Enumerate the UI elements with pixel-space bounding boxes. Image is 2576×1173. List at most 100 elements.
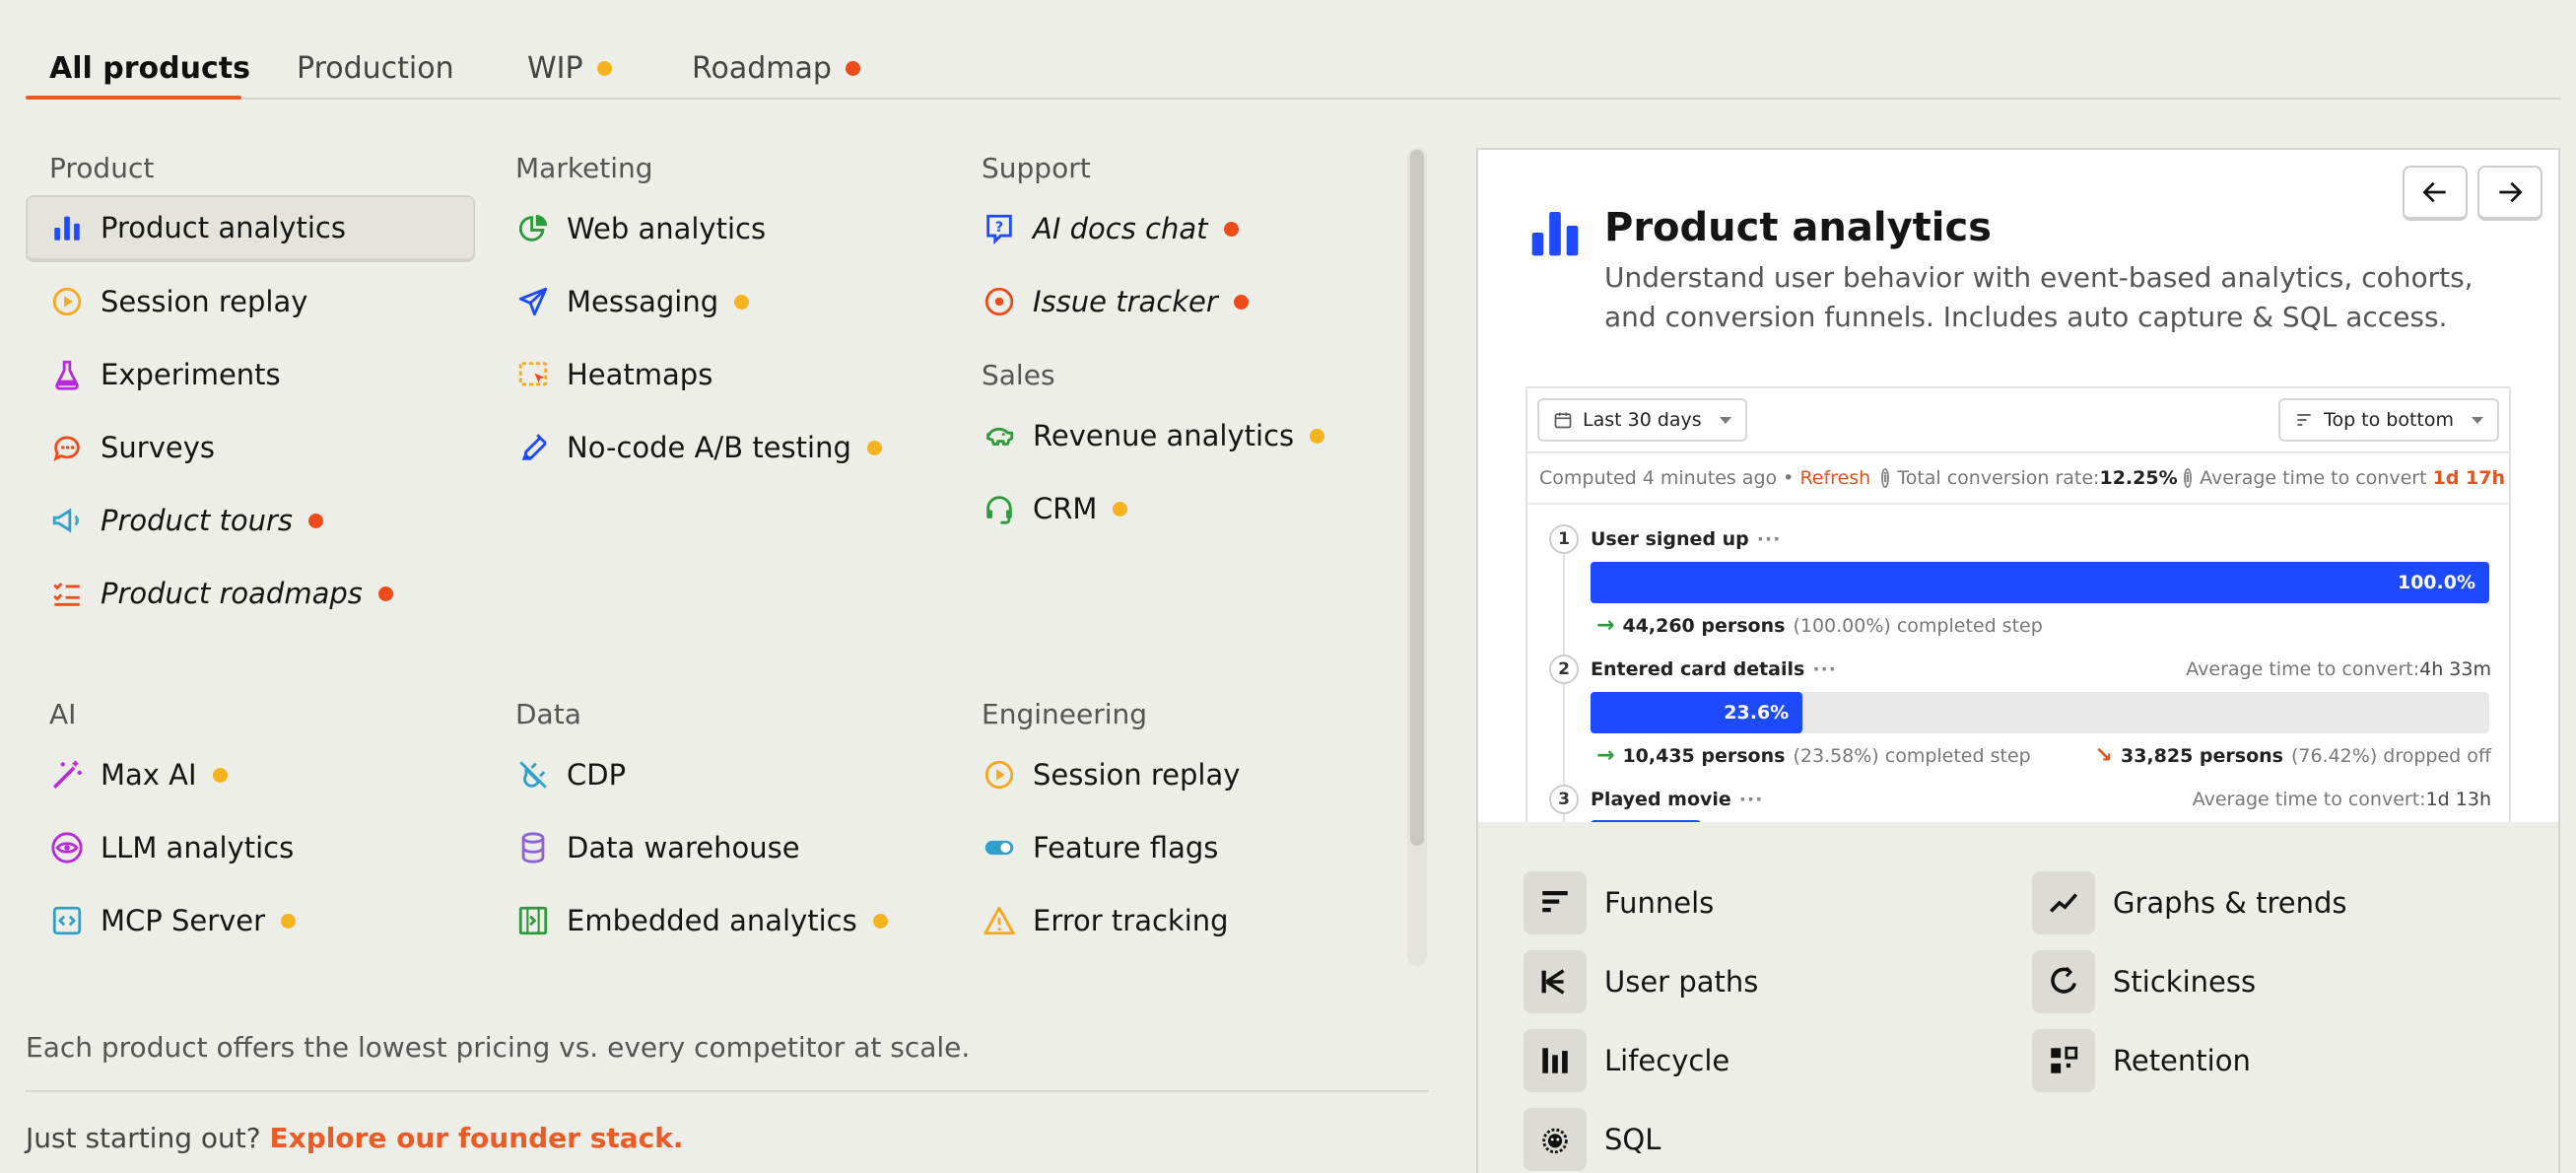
flask-icon <box>49 357 85 392</box>
item-session-replay[interactable]: Session replay <box>26 268 475 335</box>
funnel-toolbar: Last 30 days Top to bottom <box>1527 388 2509 453</box>
funnel-bar-fill: 23.6% <box>1591 692 1803 733</box>
target-icon <box>982 284 1017 319</box>
item-ab-testing[interactable]: No-code A/B testing <box>492 414 941 481</box>
chevron-down-icon <box>2472 416 2483 424</box>
sort-icon <box>2297 414 2311 426</box>
item-feature-flags[interactable]: Feature flags <box>958 814 1391 881</box>
product-detail-panel: Product analytics Understand user behavi… <box>1476 148 2560 1173</box>
wip-dot <box>1113 501 1128 517</box>
feature-graphs-trends[interactable]: Graphs & trends <box>2032 871 2347 934</box>
funnel-bar <box>1591 820 1701 822</box>
funnel-bar: 100.0% <box>1591 562 2489 603</box>
step-avg-time: Average time to convert:1d 13h <box>2192 789 2491 810</box>
funnel-stats: Computed 4 minutes ago • Refresh i Total… <box>1539 467 2505 489</box>
item-product-tours[interactable]: Product tours <box>26 487 475 554</box>
more-icon[interactable]: ··· <box>1812 658 1837 680</box>
checklist-icon <box>49 576 85 611</box>
category-support: Support <box>982 152 1091 184</box>
item-product-analytics[interactable]: Product analytics <box>26 195 475 262</box>
item-max-ai[interactable]: Max AI <box>26 741 475 808</box>
eye-icon <box>49 830 85 865</box>
step-connector <box>1563 546 1565 822</box>
feature-retention[interactable]: Retention <box>2032 1029 2251 1092</box>
item-heatmaps[interactable]: Heatmaps <box>492 341 941 408</box>
send-icon <box>515 284 551 319</box>
funnel-mockup: Last 30 days Top to bottom Computed 4 mi… <box>1525 386 2511 822</box>
piggy-bank-icon <box>982 418 1017 453</box>
feature-lifecycle[interactable]: Lifecycle <box>1524 1029 1729 1092</box>
feature-user-paths[interactable]: User paths <box>1524 950 1758 1013</box>
item-ai-docs-chat[interactable]: ? AI docs chat <box>958 195 1391 262</box>
founder-stack-cta: Just starting out? Explore our founder s… <box>26 1122 684 1154</box>
step-name: User signed up ··· <box>1591 528 1782 550</box>
feature-funnels[interactable]: Funnels <box>1524 871 1714 934</box>
roadmap-dot <box>377 586 393 601</box>
step-number: 3 <box>1549 785 1579 814</box>
category-marketing: Marketing <box>515 152 653 184</box>
founder-stack-link[interactable]: Explore our founder stack. <box>270 1122 684 1154</box>
paths-icon <box>1524 950 1587 1013</box>
megaphone-icon <box>49 503 85 538</box>
item-embedded-analytics[interactable]: Embedded analytics <box>492 887 941 954</box>
code-box-icon <box>49 903 85 938</box>
heatmap-icon <box>515 357 551 392</box>
chevron-down-icon <box>1719 416 1731 424</box>
item-mcp-server[interactable]: MCP Server <box>26 887 475 954</box>
roadmap-dot <box>1233 294 1249 310</box>
item-issue-tracker[interactable]: Issue tracker <box>958 268 1391 335</box>
lifecycle-icon <box>1524 1029 1587 1092</box>
headset-icon <box>982 491 1017 526</box>
stats-divider <box>1527 503 2509 505</box>
item-data-warehouse[interactable]: Data warehouse <box>492 814 941 881</box>
arrow-right-icon: → <box>1596 613 1615 638</box>
item-product-roadmaps[interactable]: Product roadmaps <box>26 560 475 627</box>
wip-dot <box>281 913 297 929</box>
item-revenue-analytics[interactable]: Revenue analytics <box>958 402 1391 469</box>
preview-title: Product analytics <box>1604 205 1992 250</box>
item-messaging[interactable]: Messaging <box>492 268 941 335</box>
category-ai: AI <box>49 698 77 730</box>
roadmap-dot <box>1223 221 1239 237</box>
funnel-bar-fill-partial <box>1591 820 1701 822</box>
help-doc-icon: ? <box>982 211 1017 246</box>
more-icon[interactable]: ··· <box>1757 528 1782 550</box>
svg-text:?: ? <box>995 220 1003 236</box>
item-cdp[interactable]: CDP <box>492 741 941 808</box>
embed-icon <box>515 903 551 938</box>
preview-description: Understand user behavior with event-base… <box>1604 261 2474 333</box>
funnel-bar-fill: 100.0% <box>1591 562 2489 603</box>
replay-icon <box>49 284 85 319</box>
item-error-tracking[interactable]: Error tracking <box>958 887 1391 954</box>
date-range-select[interactable]: Last 30 days <box>1537 398 1747 442</box>
category-data: Data <box>515 698 581 730</box>
roadmap-dot <box>308 513 323 528</box>
bar-chart-icon <box>49 210 85 245</box>
step-avg-time: Average time to convert:4h 33m <box>2186 658 2491 680</box>
database-icon <box>515 830 551 865</box>
step-order-select[interactable]: Top to bottom <box>2278 398 2499 442</box>
step-dropped: ↘ 33,825 persons (76.42%) dropped off <box>2094 743 2491 768</box>
retention-grid-icon <box>2032 1029 2095 1092</box>
item-surveys[interactable]: Surveys <box>26 414 475 481</box>
scrollbar-thumb[interactable] <box>1410 150 1424 846</box>
refresh-link[interactable]: Refresh <box>1799 467 1870 489</box>
toggle-icon <box>982 830 1017 865</box>
more-icon[interactable]: ··· <box>1739 789 1764 810</box>
next-button[interactable] <box>2477 166 2542 221</box>
item-web-analytics[interactable]: Web analytics <box>492 195 941 262</box>
feature-sql[interactable]: SQL <box>1524 1108 1661 1171</box>
product-grid: Product Product analytics Session replay… <box>0 0 1427 976</box>
item-eng-session-replay[interactable]: Session replay <box>958 741 1391 808</box>
pricing-note: Each product offers the lowest pricing v… <box>26 1031 971 1064</box>
item-experiments[interactable]: Experiments <box>26 341 475 408</box>
chat-bubble-icon <box>49 430 85 465</box>
funnel-bar: 23.6% <box>1591 692 2489 733</box>
arrow-right-icon: → <box>1596 743 1615 768</box>
info-icon: i <box>1880 468 1890 488</box>
feature-stickiness[interactable]: Stickiness <box>2032 950 2256 1013</box>
item-crm[interactable]: CRM <box>958 475 1391 542</box>
prev-button[interactable] <box>2403 166 2468 221</box>
warning-icon <box>982 903 1017 938</box>
item-llm-analytics[interactable]: LLM analytics <box>26 814 475 881</box>
